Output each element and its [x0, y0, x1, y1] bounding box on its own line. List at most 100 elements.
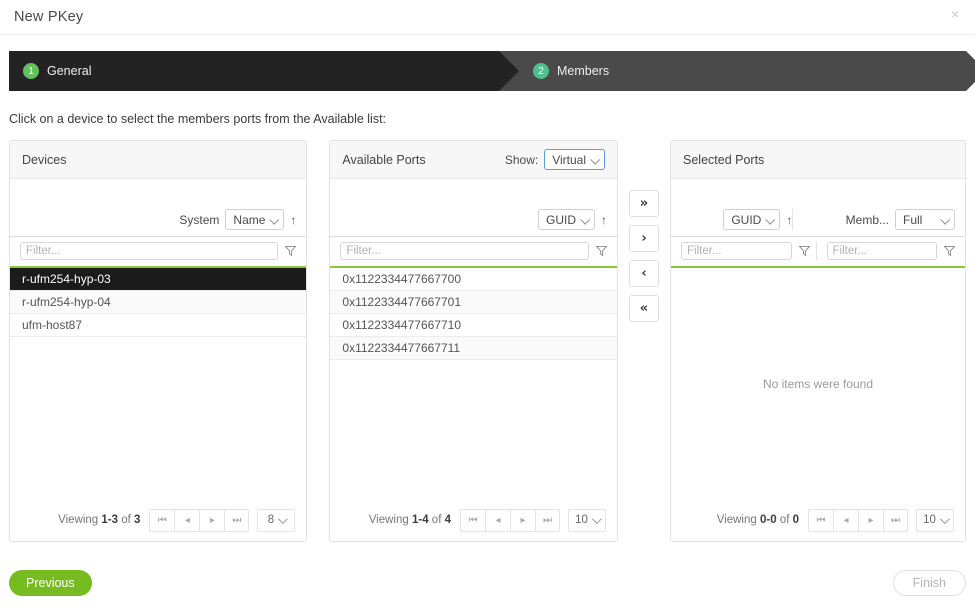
selected-page-size-select[interactable]: 10	[916, 509, 954, 532]
selected-ports-panel: Selected Ports GUID ↑ Memb... Full	[670, 140, 966, 542]
step-general[interactable]: 1 General	[9, 51, 499, 91]
show-filter-group: Show: Virtual	[505, 149, 605, 170]
step-general-number: 1	[23, 63, 39, 79]
available-page-size-select[interactable]: 10	[568, 509, 606, 532]
devices-filter-funnel-icon[interactable]	[285, 246, 296, 256]
step-members-number: 2	[533, 63, 549, 79]
dialog-title: New PKey	[14, 9, 83, 25]
available-ports-panel-header: Available Ports Show: Virtual	[330, 141, 617, 179]
available-row-list: 0x1122334477667700 0x1122334477667701 0x…	[330, 268, 617, 499]
devices-page-size-value: 8	[268, 514, 274, 526]
devices-system-column-header: System Name ↑	[20, 209, 296, 230]
available-table-spacer	[330, 179, 617, 209]
previous-button[interactable]: Previous	[9, 570, 92, 596]
available-filter-cell	[340, 242, 607, 260]
available-filter-input[interactable]	[340, 242, 589, 260]
available-pagination: Viewing 1-4 of 4 ⏮ ◂ ▸ ⏭ 10	[330, 499, 617, 541]
available-guid-select[interactable]: GUID	[538, 209, 595, 230]
devices-filter-row	[10, 237, 306, 268]
selected-membership-column-header: Memb... Full	[792, 209, 955, 230]
table-row[interactable]: 0x1122334477667701	[330, 291, 617, 314]
devices-pagination-text: Viewing 1-3 of 3	[58, 514, 140, 526]
table-row[interactable]: r-ufm254-hyp-03	[10, 268, 306, 291]
move-left-button[interactable]: ‹	[629, 260, 659, 287]
selected-ports-table: GUID ↑ Memb... Full	[671, 179, 965, 541]
devices-sort-asc-icon[interactable]: ↑	[290, 213, 296, 227]
available-pagination-text: Viewing 1-4 of 4	[369, 514, 451, 526]
available-last-page-button[interactable]: ⏭	[535, 509, 560, 532]
selected-pagination-text: Viewing 0-0 of 0	[717, 514, 799, 526]
devices-pagination: Viewing 1-3 of 3 ⏮ ◂ ▸ ⏭ 8	[10, 499, 306, 541]
devices-page-size-select[interactable]: 8	[257, 509, 295, 532]
instruction-text: Click on a device to select the members …	[9, 112, 975, 126]
selected-next-page-button[interactable]: ▸	[858, 509, 883, 532]
selected-guid-filter-funnel-icon[interactable]	[799, 246, 810, 256]
selected-membership-select[interactable]: Full	[895, 209, 955, 230]
selected-guid-filter-cell	[681, 242, 810, 260]
selected-table-spacer	[671, 179, 965, 209]
selected-membership-filter-funnel-icon[interactable]	[944, 246, 955, 256]
available-page-size-value: 10	[575, 514, 588, 526]
devices-panel: Devices System Name ↑ r-	[9, 140, 307, 542]
selected-guid-select[interactable]: GUID	[723, 209, 780, 230]
selected-ports-panel-header: Selected Ports	[671, 141, 965, 179]
move-right-button[interactable]: ›	[629, 225, 659, 252]
transfer-button-group: » › ‹ «	[618, 140, 670, 322]
available-filter-row	[330, 237, 617, 268]
selected-filter-row	[671, 237, 965, 268]
selected-prev-page-button[interactable]: ◂	[833, 509, 858, 532]
selected-guid-filter-input[interactable]	[681, 242, 792, 260]
devices-header-row: System Name ↑	[10, 209, 306, 237]
available-ports-panel-title: Available Ports	[342, 153, 425, 167]
show-label: Show:	[505, 153, 538, 167]
available-guid-column-header: GUID ↑	[340, 209, 607, 230]
available-ports-panel: Available Ports Show: Virtual GUID ↑	[329, 140, 618, 542]
available-ports-table: GUID ↑ 0x1122334477667700 0x112233447766…	[330, 179, 617, 541]
selected-empty-message: No items were found	[671, 268, 965, 499]
selected-guid-column-header: GUID ↑	[681, 209, 792, 230]
selected-ports-panel-title: Selected Ports	[683, 153, 764, 167]
devices-system-select[interactable]: Name	[225, 209, 284, 230]
selected-row-list: No items were found	[671, 268, 965, 499]
devices-system-label: System	[179, 213, 219, 227]
selected-first-page-button[interactable]: ⏮	[808, 509, 833, 532]
devices-filter-cell	[20, 242, 296, 260]
available-first-page-button[interactable]: ⏮	[460, 509, 485, 532]
close-icon[interactable]: ×	[945, 4, 965, 24]
dialog-footer: Previous Finish	[0, 557, 975, 609]
devices-prev-page-button[interactable]: ◂	[174, 509, 199, 532]
available-sort-asc-icon[interactable]: ↑	[601, 213, 607, 227]
table-row[interactable]: ufm-host87	[10, 314, 306, 337]
selected-membership-filter-input[interactable]	[827, 242, 938, 260]
available-filter-funnel-icon[interactable]	[596, 246, 607, 256]
selected-membership-label: Memb...	[846, 213, 889, 227]
devices-table-spacer	[10, 179, 306, 209]
devices-filter-input[interactable]	[20, 242, 278, 260]
selected-page-size-value: 10	[923, 514, 936, 526]
titlebar-divider	[0, 34, 975, 35]
selected-header-row: GUID ↑ Memb... Full	[671, 209, 965, 237]
move-all-right-button[interactable]: »	[629, 190, 659, 217]
devices-first-page-button[interactable]: ⏮	[149, 509, 174, 532]
selected-last-page-button[interactable]: ⏭	[883, 509, 908, 532]
available-next-page-button[interactable]: ▸	[510, 509, 535, 532]
selected-pagination: Viewing 0-0 of 0 ⏮ ◂ ▸ ⏭ 10	[671, 499, 965, 541]
selected-membership-filter-cell	[816, 242, 956, 260]
dialog-titlebar: New PKey ×	[0, 0, 975, 34]
available-prev-page-button[interactable]: ◂	[485, 509, 510, 532]
finish-button[interactable]: Finish	[893, 570, 966, 596]
members-columns: Devices System Name ↑ r-	[0, 140, 975, 542]
move-all-left-button[interactable]: «	[629, 295, 659, 322]
devices-last-page-button[interactable]: ⏭	[224, 509, 249, 532]
table-row[interactable]: r-ufm254-hyp-04	[10, 291, 306, 314]
devices-panel-header: Devices	[10, 141, 306, 179]
table-row[interactable]: 0x1122334477667700	[330, 268, 617, 291]
table-row[interactable]: 0x1122334477667710	[330, 314, 617, 337]
available-header-row: GUID ↑	[330, 209, 617, 237]
devices-row-list: r-ufm254-hyp-03 r-ufm254-hyp-04 ufm-host…	[10, 268, 306, 499]
devices-next-page-button[interactable]: ▸	[199, 509, 224, 532]
show-type-select[interactable]: Virtual	[544, 149, 605, 170]
wizard-stepper: 1 General 2 Members	[0, 51, 975, 91]
table-row[interactable]: 0x1122334477667711	[330, 337, 617, 360]
step-members[interactable]: 2 Members	[499, 51, 966, 91]
